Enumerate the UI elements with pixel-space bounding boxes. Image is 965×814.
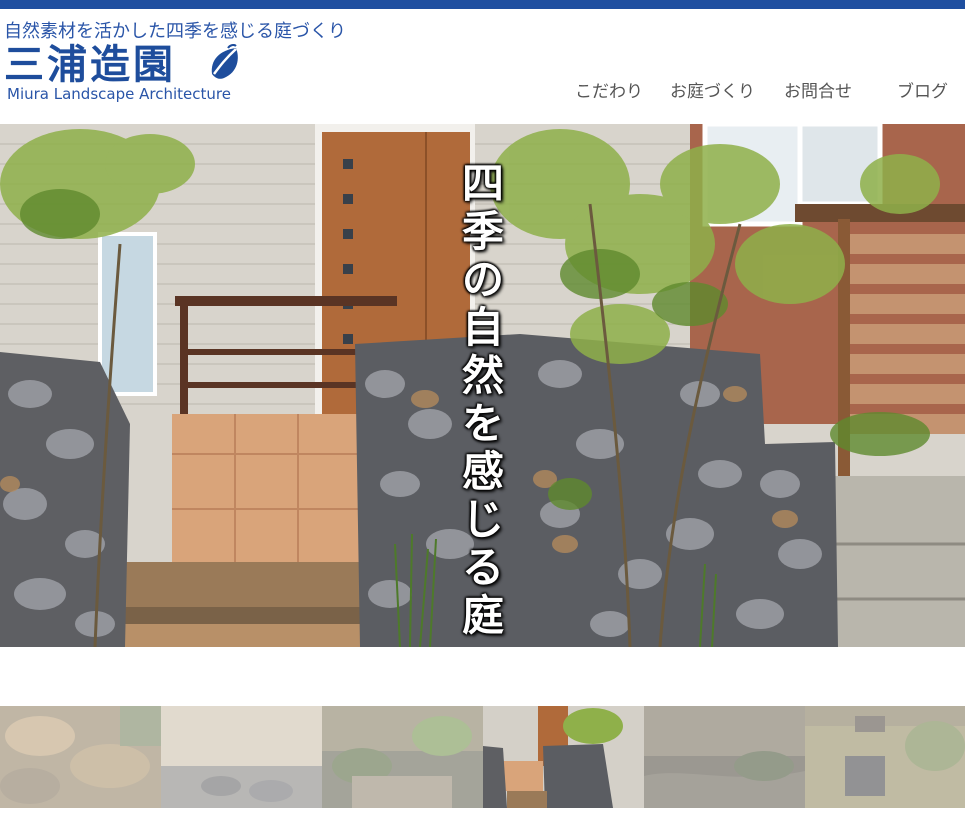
thumbnail-1[interactable] — [0, 706, 161, 808]
hero-caption-char: る — [461, 543, 504, 592]
hero-caption-char: 庭 — [461, 591, 504, 640]
thumbnail-5[interactable] — [644, 706, 805, 808]
thumbnail-strip — [0, 706, 965, 808]
thumbnail-image — [322, 706, 483, 808]
hero-caption-char: 季 — [461, 207, 504, 256]
thumbnail-4-active[interactable] — [483, 706, 644, 808]
site-header: 自然素材を活かした四季を感じる庭づくり 三浦造園 Miura Landscape… — [0, 9, 965, 124]
thumbnail-2[interactable] — [161, 706, 322, 808]
nav-item-contact[interactable]: お問合せ — [784, 77, 852, 102]
hero-caption-char: 四 — [461, 159, 504, 208]
hero-vertical-caption: 四 季 の 自 然 を 感 じ る 庭 — [457, 160, 509, 640]
hero-caption-char: じ — [461, 495, 504, 544]
thumbnail-image — [0, 706, 161, 808]
hero-caption-char: 感 — [461, 447, 504, 496]
thumbnail-image — [805, 706, 965, 808]
main-nav: こだわり お庭づくり お問合せ ブログ — [0, 77, 965, 102]
nav-item-oniwazukuri[interactable]: お庭づくり — [670, 77, 755, 102]
top-accent-bar — [0, 0, 965, 9]
thumbnail-image — [483, 706, 644, 808]
nav-item-kodawari[interactable]: こだわり — [575, 77, 643, 102]
thumbnail-image — [161, 706, 322, 808]
hero-caption-char: の — [461, 255, 504, 304]
hero-slide[interactable]: 四 季 の 自 然 を 感 じ る 庭 — [0, 124, 965, 647]
nav-item-blog[interactable]: ブログ — [897, 77, 948, 102]
thumbnail-6[interactable] — [805, 706, 965, 808]
hero-caption-char: 自 — [461, 303, 504, 352]
thumbnail-image — [644, 706, 805, 808]
hero-caption-char: 然 — [461, 351, 504, 400]
thumbnail-3[interactable] — [322, 706, 483, 808]
hero-caption-char: を — [461, 399, 504, 448]
site-tagline: 自然素材を活かした四季を感じる庭づくり — [4, 21, 346, 42]
